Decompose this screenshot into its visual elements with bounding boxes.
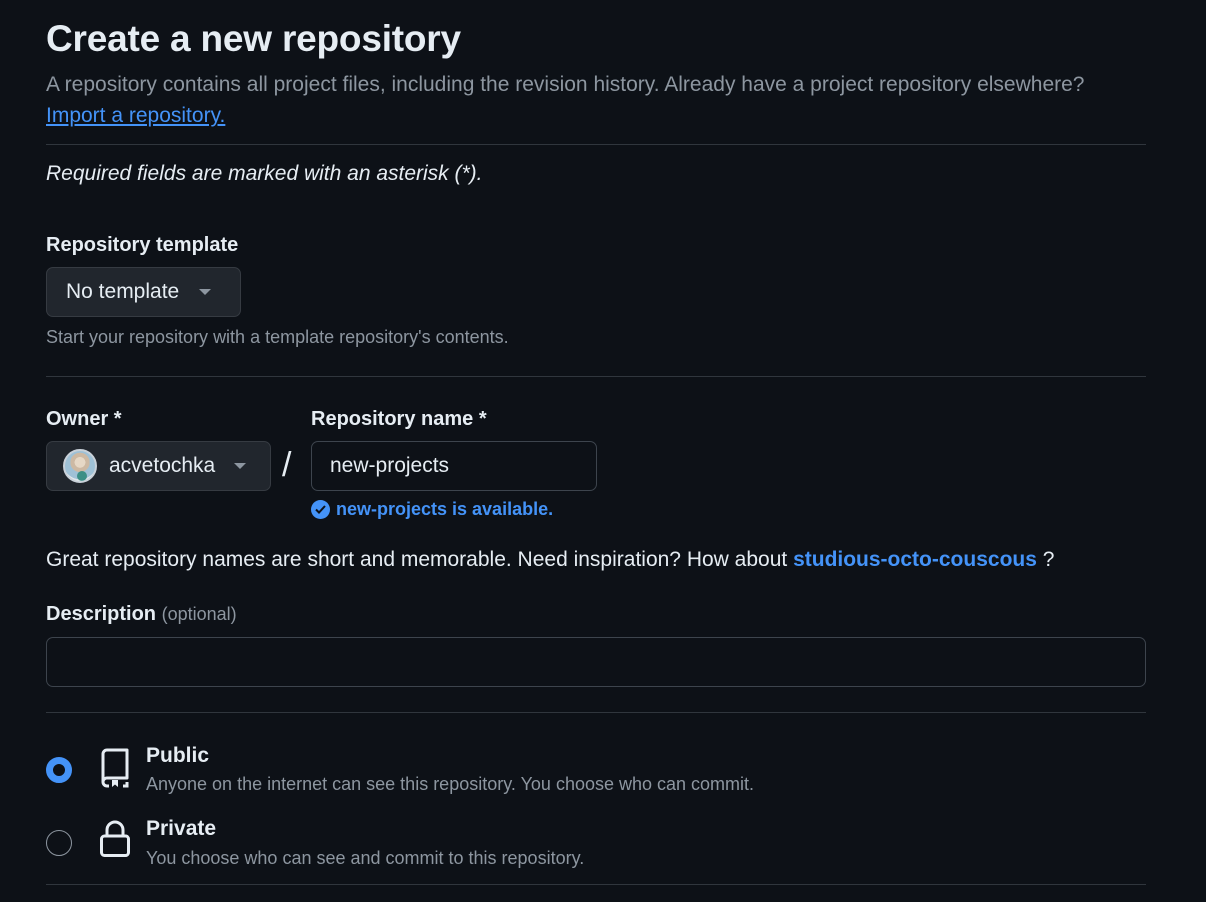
divider xyxy=(46,884,1146,885)
radio-unchecked[interactable] xyxy=(46,830,72,856)
template-label: Repository template xyxy=(46,234,239,256)
owner-label: Owner * xyxy=(46,408,122,430)
import-repository-link[interactable]: Import a repository. xyxy=(46,104,225,128)
owner-select-button[interactable]: acvetochka xyxy=(46,441,271,491)
suggested-name-link[interactable]: studious-octo-couscous xyxy=(793,548,1037,571)
description-input[interactable] xyxy=(46,637,1146,687)
name-inspiration: Great repository names are short and mem… xyxy=(46,548,1054,572)
template-selected-value: No template xyxy=(66,280,180,303)
inspiration-end: ? xyxy=(1042,548,1055,571)
check-circle-icon xyxy=(311,500,330,519)
owner-repo-separator: / xyxy=(282,446,292,484)
availability-text: new-projects is available. xyxy=(336,499,554,519)
avatar xyxy=(63,449,97,483)
private-option-description: You choose who can see and commit to thi… xyxy=(146,848,585,868)
divider xyxy=(46,376,1146,377)
private-option-title: Private xyxy=(146,817,217,840)
inspiration-text: Great repository names are short and mem… xyxy=(46,548,788,571)
divider xyxy=(46,712,1146,713)
page-title: Create a new repository xyxy=(46,18,461,59)
repo-name-label: Repository name * xyxy=(311,408,487,430)
public-option-title: Public xyxy=(146,744,210,767)
template-help-text: Start your repository with a template re… xyxy=(46,327,509,347)
required-fields-note: Required fields are marked with an aster… xyxy=(46,162,483,185)
optional-hint: (optional) xyxy=(161,604,237,624)
availability-status: new-projects is available. xyxy=(311,499,553,520)
visibility-private-radio[interactable] xyxy=(46,830,72,856)
repo-icon xyxy=(99,748,131,793)
visibility-public-radio[interactable] xyxy=(46,757,72,783)
divider xyxy=(46,144,1146,145)
create-repository-page: Create a new repository A repository con… xyxy=(0,0,1206,902)
repo-name-input[interactable] xyxy=(311,441,597,491)
page-subtitle: A repository contains all project files,… xyxy=(46,73,1085,96)
description-label-text: Description xyxy=(46,603,157,625)
lock-icon xyxy=(99,820,131,863)
radio-checked[interactable] xyxy=(46,757,72,783)
template-select-button[interactable]: No template xyxy=(46,267,241,317)
public-option-description: Anyone on the internet can see this repo… xyxy=(146,774,755,794)
owner-selected-value: acvetochka xyxy=(109,454,216,477)
chevron-down-icon xyxy=(199,289,212,295)
chevron-down-icon xyxy=(234,463,247,469)
description-label: Description (optional) xyxy=(46,603,237,626)
